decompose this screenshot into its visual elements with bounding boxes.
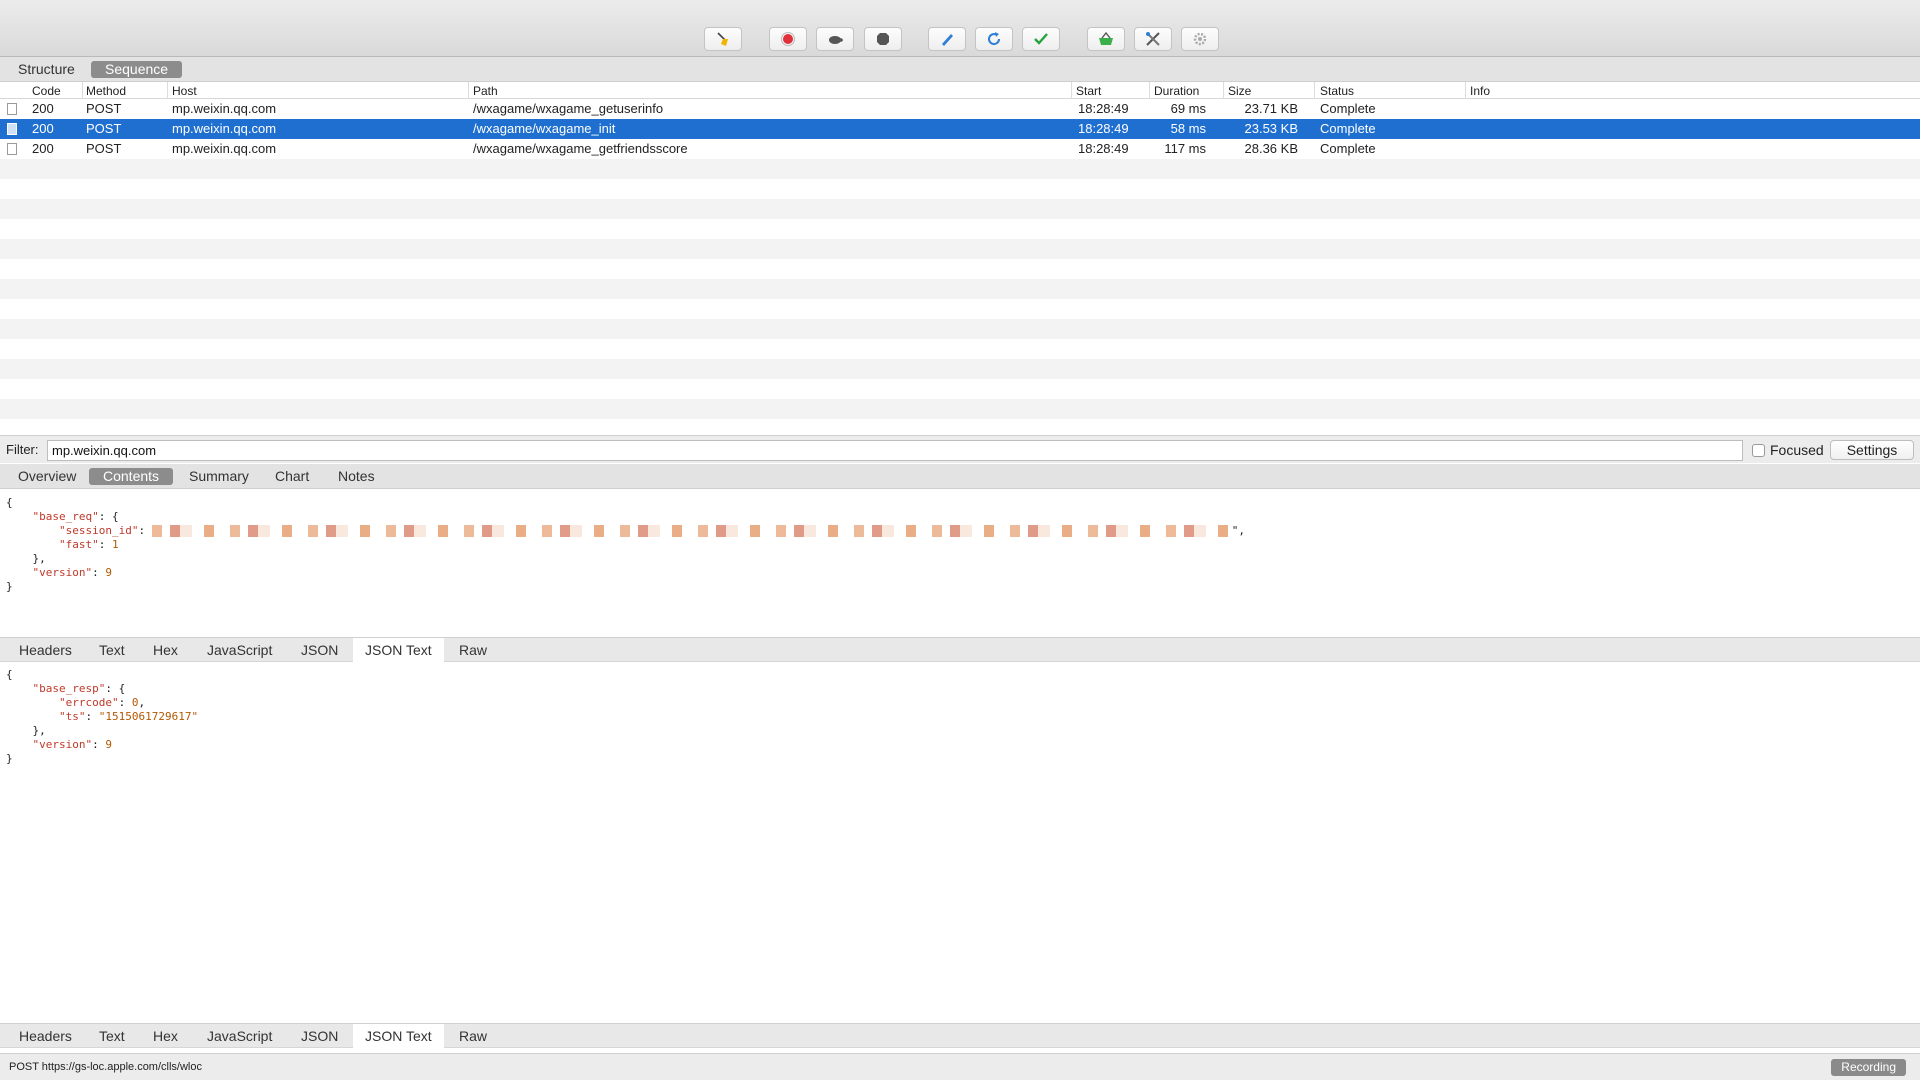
redacted-session-id [151, 525, 1232, 537]
tab-json[interactable]: JSON [289, 638, 350, 662]
document-icon [7, 123, 17, 135]
tab-structure[interactable]: Structure [4, 61, 89, 78]
tools-button[interactable] [1134, 27, 1172, 51]
toolbar [0, 0, 1920, 57]
tab-overview[interactable]: Overview [4, 468, 90, 485]
empty-row [0, 159, 1920, 179]
broom-icon [717, 32, 728, 46]
stop-icon [877, 33, 889, 45]
record-icon [781, 32, 795, 46]
tab-hex[interactable]: Hex [141, 638, 190, 662]
column-size[interactable]: Size [1228, 84, 1251, 98]
tab-chart[interactable]: Chart [261, 468, 323, 485]
detail-tabs: Overview Contents Summary Chart Notes [0, 464, 1920, 489]
tab-raw[interactable]: Raw [447, 638, 499, 662]
empty-row [0, 319, 1920, 339]
throttle-button[interactable] [816, 27, 854, 51]
recording-badge[interactable]: Recording [1831, 1059, 1906, 1076]
empty-row [0, 399, 1920, 419]
basket-icon [1099, 31, 1113, 45]
tab-javascript[interactable]: JavaScript [195, 638, 284, 662]
request-table: 200 POST mp.weixin.qq.com /wxagame/wxaga… [0, 99, 1920, 419]
table-row[interactable]: 200 POST mp.weixin.qq.com /wxagame/wxaga… [0, 119, 1920, 139]
status-bar: POST https://gs-loc.apple.com/clls/wloc … [0, 1053, 1920, 1080]
table-row[interactable]: 200 POST mp.weixin.qq.com /wxagame/wxaga… [0, 139, 1920, 159]
response-format-tabs: Headers Text Hex JavaScript JSON JSON Te… [0, 1023, 1920, 1048]
empty-row [0, 279, 1920, 299]
clear-session-button[interactable] [704, 27, 742, 51]
tab-headers[interactable]: Headers [7, 638, 84, 662]
filter-label: Filter: [6, 442, 39, 457]
validate-button[interactable] [1022, 27, 1060, 51]
table-header: Code Method Host Path Start Duration Siz… [0, 82, 1920, 99]
view-tabs: Structure Sequence [0, 57, 1920, 82]
status-text: POST https://gs-loc.apple.com/clls/wloc [9, 1061, 202, 1073]
tab-notes[interactable]: Notes [324, 468, 389, 485]
column-method[interactable]: Method [86, 84, 126, 98]
settings-button[interactable]: Settings [1830, 440, 1914, 460]
column-info[interactable]: Info [1470, 84, 1490, 98]
filter-bar: Filter: Focused Settings [0, 435, 1920, 463]
breakpoints-button[interactable] [864, 27, 902, 51]
empty-row [0, 359, 1920, 379]
tab-hex[interactable]: Hex [141, 1024, 190, 1048]
turtle-icon [829, 36, 843, 44]
empty-row [0, 239, 1920, 259]
tab-json[interactable]: JSON [289, 1024, 350, 1048]
tab-contents[interactable]: Contents [89, 468, 174, 485]
tab-summary[interactable]: Summary [175, 468, 263, 485]
basket-button[interactable] [1087, 27, 1125, 51]
focused-checkbox[interactable] [1752, 444, 1765, 457]
pen-icon [942, 34, 953, 46]
table-row[interactable]: 200 POST mp.weixin.qq.com /wxagame/wxaga… [0, 99, 1920, 119]
settings-toolbar-button[interactable] [1181, 27, 1219, 51]
tab-text[interactable]: Text [87, 1024, 137, 1048]
refresh-icon [988, 32, 1001, 46]
tab-text[interactable]: Text [87, 638, 137, 662]
tab-headers[interactable]: Headers [7, 1024, 84, 1048]
record-button[interactable] [769, 27, 807, 51]
column-code[interactable]: Code [32, 84, 61, 98]
repeat-button[interactable] [975, 27, 1013, 51]
tools-icon [1146, 32, 1160, 46]
request-body-view[interactable]: { "base_req": { "session_id": ", "fast":… [0, 496, 1920, 638]
tab-javascript[interactable]: JavaScript [195, 1024, 284, 1048]
tab-json-text[interactable]: JSON Text [353, 1024, 444, 1048]
tab-json-text[interactable]: JSON Text [353, 638, 444, 662]
compose-button[interactable] [928, 27, 966, 51]
request-format-tabs: Headers Text Hex JavaScript JSON JSON Te… [0, 637, 1920, 662]
focused-label[interactable]: Focused [1770, 442, 1824, 458]
column-duration[interactable]: Duration [1154, 84, 1199, 98]
column-start[interactable]: Start [1076, 84, 1101, 98]
filter-input[interactable] [47, 440, 1743, 461]
document-icon [7, 143, 17, 155]
document-icon [7, 103, 17, 115]
response-body-view[interactable]: { "base_resp": { "errcode": 0, "ts": "15… [0, 668, 1920, 1023]
tab-sequence[interactable]: Sequence [91, 61, 183, 78]
gear-icon [1193, 32, 1207, 46]
column-host[interactable]: Host [172, 84, 197, 98]
column-path[interactable]: Path [473, 84, 498, 98]
checkmark-icon [1034, 33, 1048, 45]
column-status[interactable]: Status [1320, 84, 1354, 98]
tab-raw[interactable]: Raw [447, 1024, 499, 1048]
empty-row [0, 199, 1920, 219]
